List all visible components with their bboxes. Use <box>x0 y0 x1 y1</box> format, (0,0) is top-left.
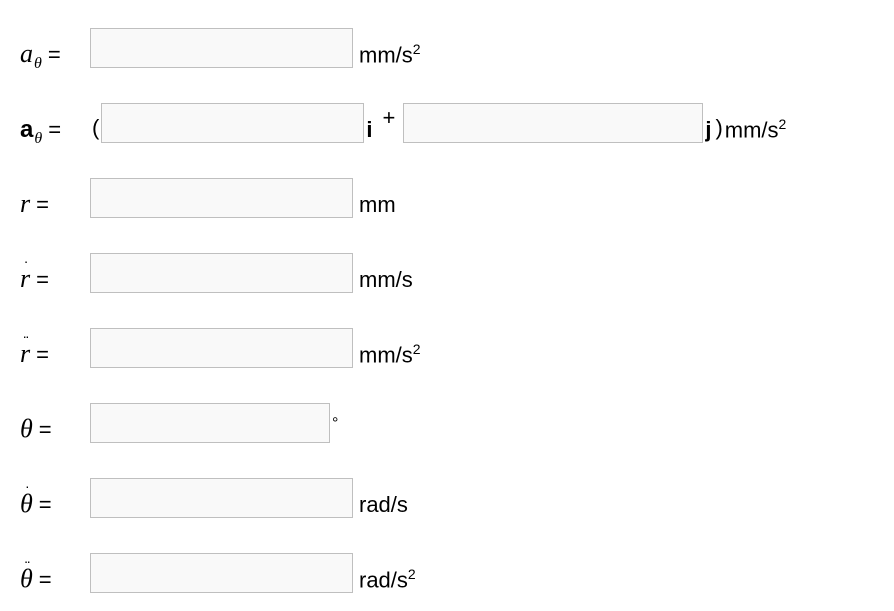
subscript-theta: θ <box>34 55 42 73</box>
unit-theta-dot: rad/s <box>359 492 408 518</box>
dot-decor: · <box>25 479 28 493</box>
row-r: r = mm <box>20 168 874 218</box>
row-theta-dot: · θ = rad/s <box>20 468 874 518</box>
label-a-theta-mag: a θ = <box>20 41 90 68</box>
input-theta-ddot[interactable] <box>90 553 353 593</box>
input-a-theta-vec-i[interactable] <box>101 103 364 143</box>
unit-vector-i: i <box>364 117 374 143</box>
symbol-a: a <box>20 41 33 67</box>
input-a-theta-vec-j[interactable] <box>403 103 703 143</box>
unit-a-theta-vec: mm/s2 <box>725 116 787 143</box>
equals: = <box>39 417 52 443</box>
input-r-ddot[interactable] <box>90 328 353 368</box>
equals: = <box>48 42 61 68</box>
symbol-a-bold: a <box>20 118 33 142</box>
label-r-ddot: ·· r = <box>20 341 90 368</box>
ddot-decor: ·· <box>24 554 29 568</box>
plus-sign: + <box>374 105 403 131</box>
row-r-ddot: ·· r = mm/s2 <box>20 318 874 368</box>
unit-theta-ddot: rad/s2 <box>359 566 416 593</box>
subscript-theta: θ <box>34 130 42 148</box>
label-r: r = <box>20 191 90 218</box>
row-a-theta-vec: a θ = ( i + j ) mm/s2 <box>20 93 874 143</box>
input-a-theta-mag[interactable] <box>90 28 353 68</box>
dot-decor: · <box>24 254 27 268</box>
label-theta-dot: · θ = <box>20 491 90 518</box>
ddot-decor: ·· <box>22 329 27 343</box>
label-a-theta-vec: a θ = <box>20 117 90 143</box>
equals: = <box>36 192 49 218</box>
equals: = <box>39 567 52 593</box>
row-r-dot: · r = mm/s <box>20 243 874 293</box>
equals: = <box>36 267 49 293</box>
symbol-theta: θ <box>20 414 33 443</box>
unit-r-ddot: mm/s2 <box>359 341 421 368</box>
input-theta-dot[interactable] <box>90 478 353 518</box>
close-paren: ) <box>713 115 724 143</box>
equals: = <box>36 342 49 368</box>
equals: = <box>39 492 52 518</box>
unit-r-dot: mm/s <box>359 267 413 293</box>
unit-theta-degree: ° <box>332 415 338 433</box>
unit-r: mm <box>359 192 396 218</box>
input-theta[interactable] <box>90 403 330 443</box>
input-r-dot[interactable] <box>90 253 353 293</box>
open-paren: ( <box>90 115 101 143</box>
unit-vector-j: j <box>703 117 713 143</box>
input-r[interactable] <box>90 178 353 218</box>
label-r-dot: · r = <box>20 266 90 293</box>
equals: = <box>48 117 61 143</box>
unit-a-theta-mag: mm/s2 <box>359 41 421 68</box>
row-theta-ddot: ·· θ = rad/s2 <box>20 543 874 593</box>
row-a-theta-mag: a θ = mm/s2 <box>20 18 874 68</box>
row-theta: θ = ° <box>20 393 874 443</box>
label-theta: θ = <box>20 416 90 443</box>
label-theta-ddot: ·· θ = <box>20 566 90 593</box>
symbol-r: r <box>20 189 30 218</box>
